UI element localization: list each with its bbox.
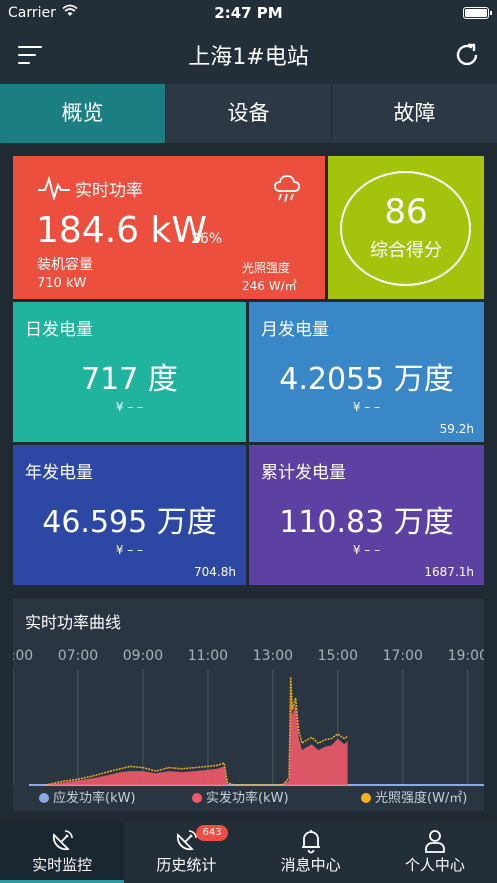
realtime-power-value: 184.6 kW: [36, 210, 207, 251]
score-value: 86: [384, 192, 428, 232]
capacity-label: 装机容量: [37, 257, 93, 273]
nav-label: 消息中心: [280, 856, 341, 874]
total-revenue: ¥ – –: [352, 543, 381, 557]
total-generation-value: 110.83 万度: [279, 505, 454, 540]
message-count-badge: 643: [196, 825, 228, 841]
score-label: 综合得分: [370, 240, 442, 261]
monthly-generation-card[interactable]: 月发电量 4.2055 万度 ¥ – – 59.2h: [249, 302, 484, 442]
monthly-revenue: ¥ – –: [352, 400, 381, 414]
nav-personal-center[interactable]: 个人中心: [373, 822, 497, 883]
actual-power-area: [45, 685, 348, 785]
tab-overview[interactable]: 概览: [0, 84, 166, 143]
nav-history-stats[interactable]: 历史统计: [124, 822, 248, 883]
clock: 2:47 PM: [214, 4, 283, 22]
x-tick-label: 13:00: [253, 648, 293, 664]
nav-message-center[interactable]: 消息中心: [249, 822, 373, 883]
battery-cap: [490, 11, 492, 15]
legend-dot: [361, 793, 371, 803]
bottom-nav: 实时监控 历史统计 消息中心 个人中心: [0, 822, 497, 883]
nav-realtime-monitor[interactable]: 实时监控: [0, 822, 125, 883]
legend-actual-power: 实发功率(kW): [192, 787, 289, 806]
realtime-power-label: 实时功率: [75, 181, 143, 201]
battery-icon: [463, 7, 489, 19]
legend-label: 光照强度(W/㎡): [375, 791, 468, 806]
refresh-icon[interactable]: [451, 39, 483, 71]
monthly-generation-value: 4.2055 万度: [279, 362, 454, 397]
power-curve-chart[interactable]: 05:00 07:00 09:00 11:00 13:00 15:00 17:00 19:00: [13, 599, 484, 811]
light-intensity-value: 246 W/㎡: [242, 279, 297, 293]
score-card[interactable]: 86 综合得分: [328, 156, 484, 299]
monthly-generation-label: 月发电量: [261, 320, 329, 340]
daily-generation-card[interactable]: 日发电量 717 度 ¥ – –: [13, 302, 246, 442]
legend-expected-power: 应发功率(kW): [39, 787, 136, 806]
tab-faults[interactable]: 故障: [332, 84, 497, 143]
power-curve-card: 实时功率曲线 05:0007:0009:0011:0013:0015:0017:…: [13, 599, 484, 811]
x-tick-label: 07:00: [58, 648, 98, 664]
total-generation-label: 累计发电量: [261, 463, 346, 483]
daily-revenue: ¥ – –: [115, 400, 144, 414]
daily-generation-label: 日发电量: [25, 320, 93, 340]
daily-generation-value: 717 度: [81, 362, 178, 397]
person-icon: [424, 830, 445, 853]
yearly-generation-card[interactable]: 年发电量 46.595 万度 ¥ – – 704.8h: [13, 445, 246, 585]
nav-label: 历史统计: [156, 856, 217, 874]
satellite-dish-icon: [53, 830, 73, 851]
legend-dot: [192, 793, 202, 803]
x-tick-label: 05:00: [13, 648, 33, 664]
x-tick-label: 17:00: [383, 648, 423, 664]
legend-dot: [39, 793, 49, 803]
status-bar: Carrier 2:47 PM: [0, 0, 497, 26]
yearly-hours: 704.8h: [194, 565, 236, 579]
monthly-hours: 59.2h: [439, 422, 474, 436]
page-title: 上海1#电站: [188, 45, 309, 70]
rain-cloud-icon: [274, 175, 300, 203]
total-generation-card[interactable]: 累计发电量 110.83 万度 ¥ – – 1687.1h: [249, 445, 484, 585]
yearly-generation-label: 年发电量: [25, 463, 93, 483]
x-tick-label: 15:00: [318, 648, 358, 664]
x-tick-label: 09:00: [123, 648, 163, 664]
yearly-generation-value: 46.595 万度: [42, 505, 217, 540]
light-intensity-label: 光照强度: [242, 261, 291, 275]
x-tick-label: 11:00: [188, 648, 228, 664]
x-tick-label: 19:00: [448, 648, 484, 664]
capacity-value: 710 kW: [37, 276, 87, 291]
bell-icon: [301, 830, 320, 854]
realtime-power-percent: 26%: [191, 231, 223, 247]
legend-label: 应发功率(kW): [53, 791, 136, 806]
pulse-icon: [38, 176, 70, 200]
legend-label: 实发功率(kW): [206, 791, 289, 806]
tab-devices[interactable]: 设备: [166, 84, 332, 143]
nav-label: 实时监控: [32, 856, 93, 874]
nav-header: 上海1#电站: [0, 26, 497, 84]
yearly-revenue: ¥ – –: [115, 543, 144, 557]
legend-light-intensity: 光照强度(W/㎡): [361, 787, 467, 806]
realtime-power-card[interactable]: 实时功率 184.6 kW 26% 装机容量 710 kW 光照强度 246 W…: [13, 156, 325, 299]
nav-label: 个人中心: [404, 856, 465, 874]
total-hours: 1687.1h: [424, 565, 474, 579]
tab-bar: 概览 设备 故障: [0, 84, 497, 143]
